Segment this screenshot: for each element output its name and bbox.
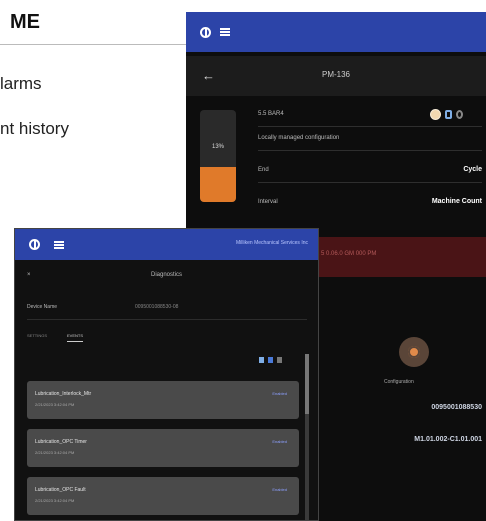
list-item[interactable]: Lubrication_OPC Fault 2/21/2023 3:42:04 … [27, 477, 299, 515]
row-divider [258, 150, 482, 151]
list-toolbar [259, 357, 282, 363]
document-divider [0, 44, 186, 45]
level-gauge: 13% [200, 110, 236, 202]
document-heading: ME [10, 10, 40, 33]
app-bar [186, 12, 486, 52]
power-logo-icon[interactable] [29, 239, 40, 250]
event-date: 2/21/2023 3:42:04 PM [35, 498, 75, 503]
row-divider [258, 182, 482, 183]
event-date: 2/21/2023 3:42:04 PM [35, 450, 75, 455]
list-item[interactable]: Lubrication_Interlock_Mtr 2/21/2023 3:42… [27, 381, 299, 419]
document-line-alarms: larms [0, 74, 42, 93]
app-bar: Milliken Mechanical Services Inc [15, 229, 318, 260]
detail-value: Machine Count [431, 198, 482, 205]
detail-row: Locally managed configuration [258, 130, 482, 148]
list-item[interactable]: Lubrication_OPC Timer 2/21/2023 3:42:04 … [27, 429, 299, 467]
download-icon[interactable] [268, 357, 273, 363]
event-date: 2/21/2023 3:42:04 PM [35, 402, 75, 407]
detail-label: Interval [258, 199, 278, 205]
firmware-version: M1.01.002-C1.01.001 [414, 436, 482, 443]
more-icon[interactable] [277, 357, 282, 363]
event-name: Lubrication_OPC Fault [35, 487, 86, 493]
device-name-row: Device Name 0095001088530-08 [15, 299, 318, 317]
screen-header: × Diagnostics [15, 265, 318, 287]
gauge-percent: 13% [211, 144, 224, 150]
configuration-icon[interactable] [399, 337, 429, 367]
event-status: Enabled [272, 487, 287, 492]
filter-icon[interactable] [259, 357, 264, 363]
detail-row: 5.5 BAR4 [258, 106, 482, 124]
configuration-label: Configuration [384, 379, 414, 385]
scrollbar[interactable] [305, 354, 309, 520]
hamburger-menu-icon[interactable] [220, 28, 230, 36]
detail-label: End [258, 167, 269, 173]
scroll-thumb[interactable] [305, 354, 309, 414]
serial-number: 0095001088530 [431, 404, 482, 411]
alert-text: 1 5 0.06.0 GM 000 PM [316, 251, 377, 257]
screen-header: ← PM-136 [186, 56, 486, 96]
tab-events[interactable]: EVENTS [67, 333, 84, 342]
row-divider [258, 126, 482, 127]
tab-bar: SETTINGS EVENTS [27, 333, 84, 342]
device-name-value: 0095001088530-08 [135, 304, 179, 310]
event-name: Lubrication_Interlock_Mtr [35, 391, 92, 397]
tablet-screen-front: Milliken Mechanical Services Inc × Diagn… [14, 228, 319, 521]
detail-value: Cycle [463, 166, 482, 173]
detail-label: 5.5 BAR4 [258, 111, 284, 117]
power-logo-icon[interactable] [200, 26, 211, 38]
row-divider [27, 319, 307, 320]
event-name: Lubrication_OPC Timer [35, 439, 87, 445]
tab-settings[interactable]: SETTINGS [27, 333, 47, 342]
gauge-fill [200, 167, 236, 202]
detail-label: Locally managed configuration [258, 135, 340, 141]
hamburger-menu-icon[interactable] [54, 240, 64, 249]
device-name-label: Device Name [27, 304, 58, 310]
event-status: Enabled [272, 391, 287, 396]
screen-title: Diagnostics [150, 272, 182, 278]
document-line-history: nt history [0, 119, 69, 138]
detail-row: Interval Machine Count [258, 194, 482, 212]
detail-row: End Cycle [258, 162, 482, 180]
vendor-selector[interactable]: Milliken Mechanical Services Inc [236, 240, 308, 246]
screen-title: PM-136 [321, 70, 350, 79]
event-status: Enabled [272, 439, 287, 444]
